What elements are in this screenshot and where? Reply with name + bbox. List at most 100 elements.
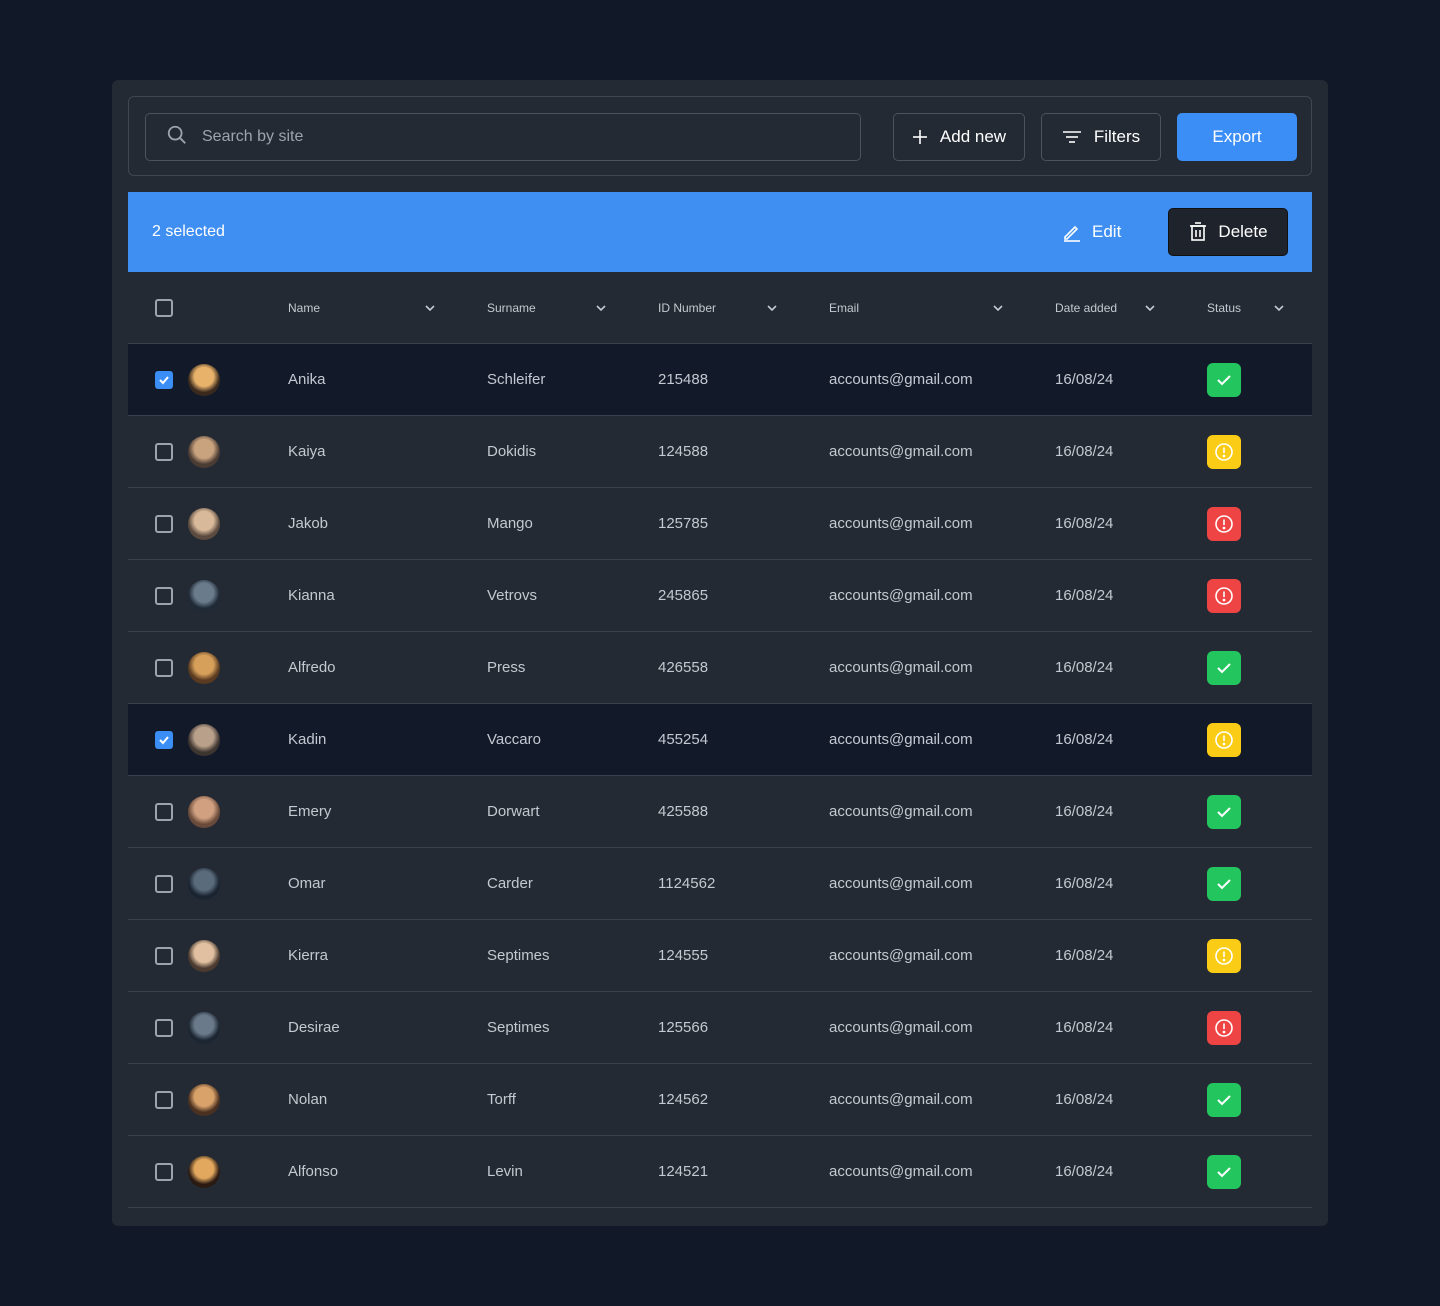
cell-email: accounts@gmail.com: [829, 587, 973, 604]
check-icon: [1217, 375, 1231, 386]
selection-bar: 2 selected Edit Delete: [128, 192, 1312, 272]
select-all-checkbox[interactable]: [155, 299, 173, 317]
table-row[interactable]: Kianna Vetrovs 245865 accounts@gmail.com…: [128, 560, 1312, 632]
cell-email: accounts@gmail.com: [829, 371, 973, 388]
chevron-down-icon[interactable]: [766, 303, 778, 313]
chevron-down-icon[interactable]: [424, 303, 436, 313]
row-checkbox[interactable]: [155, 1019, 173, 1037]
filters-button[interactable]: Filters: [1041, 113, 1161, 161]
alert-circle-icon: [1215, 731, 1233, 749]
row-checkbox[interactable]: [155, 587, 173, 605]
chevron-down-icon[interactable]: [1273, 303, 1285, 313]
row-checkbox[interactable]: [155, 371, 173, 389]
cell-date-added: 16/08/24: [1055, 443, 1114, 460]
delete-button[interactable]: Delete: [1168, 208, 1288, 256]
row-checkbox[interactable]: [155, 1091, 173, 1109]
column-header-name[interactable]: Name: [288, 272, 438, 343]
cell-surname: Schleifer: [487, 371, 546, 388]
cell-name: Anika: [288, 371, 326, 388]
plus-icon: [912, 130, 927, 144]
cell-date-added: 16/08/24: [1055, 875, 1114, 892]
status-badge: [1207, 795, 1241, 829]
table-row[interactable]: Kadin Vaccaro 455254 accounts@gmail.com …: [128, 704, 1312, 776]
cell-id-number: 455254: [658, 731, 709, 748]
cell-email: accounts@gmail.com: [829, 803, 973, 820]
checkmark-icon: [159, 736, 169, 745]
row-checkbox[interactable]: [155, 731, 173, 749]
toolbar: Add new Filters Export: [128, 96, 1312, 176]
alert-circle-icon: [1215, 515, 1233, 533]
row-checkbox[interactable]: [155, 659, 173, 677]
cell-date-added: 16/08/24: [1055, 515, 1114, 532]
cell-date-added: 16/08/24: [1055, 659, 1114, 676]
status-badge: [1207, 867, 1241, 901]
table-row[interactable]: Desirae Septimes 125566 accounts@gmail.c…: [128, 992, 1312, 1064]
cell-id-number: 426558: [658, 659, 709, 676]
selected-count: 2 selected: [152, 223, 225, 240]
row-checkbox[interactable]: [155, 1163, 173, 1181]
search-input[interactable]: [202, 128, 802, 146]
export-button[interactable]: Export: [1177, 113, 1297, 161]
cell-id-number: 125785: [658, 515, 709, 532]
row-checkbox[interactable]: [155, 443, 173, 461]
chevron-down-icon[interactable]: [1144, 303, 1156, 313]
table-row[interactable]: Alfonso Levin 124521 accounts@gmail.com …: [128, 1136, 1312, 1208]
cell-name: Kadin: [288, 731, 327, 748]
delete-label: Delete: [1218, 222, 1268, 241]
table-row[interactable]: Kaiya Dokidis 124588 accounts@gmail.com …: [128, 416, 1312, 488]
status-badge: [1207, 651, 1241, 685]
column-header-email[interactable]: Email: [829, 272, 1009, 343]
check-icon: [1217, 879, 1231, 890]
status-badge: [1207, 1083, 1241, 1117]
avatar: [188, 364, 220, 396]
alert-circle-icon: [1215, 947, 1233, 965]
status-badge: [1207, 363, 1241, 397]
table-row[interactable]: Kierra Septimes 124555 accounts@gmail.co…: [128, 920, 1312, 992]
cell-email: accounts@gmail.com: [829, 515, 973, 532]
add-new-button[interactable]: Add new: [893, 113, 1025, 161]
row-checkbox[interactable]: [155, 947, 173, 965]
data-table: Name Surname ID Number Email Date added …: [128, 272, 1312, 1208]
cell-date-added: 16/08/24: [1055, 803, 1114, 820]
trash-icon: [1190, 222, 1207, 241]
table-row[interactable]: Alfredo Press 426558 accounts@gmail.com …: [128, 632, 1312, 704]
avatar: [188, 724, 220, 756]
search-icon: [166, 124, 188, 151]
column-header-label: Surname: [487, 300, 536, 315]
table-row[interactable]: Nolan Torff 124562 accounts@gmail.com 16…: [128, 1064, 1312, 1136]
cell-id-number: 215488: [658, 371, 709, 388]
chevron-down-icon[interactable]: [992, 303, 1004, 313]
status-badge: [1207, 1155, 1241, 1189]
status-badge: [1207, 939, 1241, 973]
cell-date-added: 16/08/24: [1055, 947, 1114, 964]
search-box[interactable]: [145, 113, 861, 161]
cell-date-added: 16/08/24: [1055, 1019, 1114, 1036]
avatar: [188, 796, 220, 828]
avatar: [188, 436, 220, 468]
column-header-label: Name: [288, 300, 321, 315]
cell-surname: Levin: [487, 1163, 523, 1180]
cell-name: Alfredo: [288, 659, 336, 676]
cell-email: accounts@gmail.com: [829, 443, 973, 460]
cell-date-added: 16/08/24: [1055, 371, 1114, 388]
column-header-date-added[interactable]: Date added: [1055, 272, 1175, 343]
row-checkbox[interactable]: [155, 803, 173, 821]
row-checkbox[interactable]: [155, 515, 173, 533]
table-row[interactable]: Omar Carder 1124562 accounts@gmail.com 1…: [128, 848, 1312, 920]
row-checkbox[interactable]: [155, 875, 173, 893]
edit-button[interactable]: Edit: [1062, 220, 1121, 244]
chevron-down-icon[interactable]: [595, 303, 607, 313]
cell-surname: Dokidis: [487, 443, 537, 460]
cell-email: accounts@gmail.com: [829, 947, 973, 964]
status-badge: [1207, 579, 1241, 613]
status-badge: [1207, 507, 1241, 541]
cell-email: accounts@gmail.com: [829, 1163, 973, 1180]
avatar: [188, 940, 220, 972]
table-row[interactable]: Anika Schleifer 215488 accounts@gmail.co…: [128, 344, 1312, 416]
pencil-icon: [1064, 225, 1080, 242]
table-row[interactable]: Jakob Mango 125785 accounts@gmail.com 16…: [128, 488, 1312, 560]
table-row[interactable]: Emery Dorwart 425588 accounts@gmail.com …: [128, 776, 1312, 848]
column-header-label: Status: [1207, 300, 1242, 315]
check-icon: [1217, 663, 1231, 674]
cell-id-number: 124521: [658, 1163, 709, 1180]
